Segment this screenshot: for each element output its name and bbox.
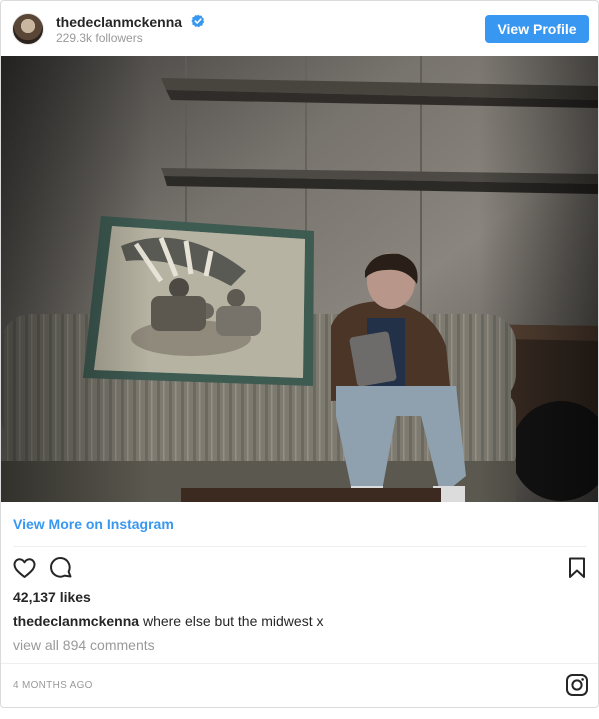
post-header: thedeclanmckenna 229.3k followers View P… <box>1 1 598 56</box>
avatar[interactable] <box>12 13 44 45</box>
post-photo[interactable] <box>1 56 598 502</box>
timestamp: 4 MONTHS AGO <box>13 680 93 691</box>
instagram-icon[interactable] <box>565 673 589 697</box>
divider <box>13 546 587 547</box>
photo-illustration <box>1 56 598 502</box>
view-more-link[interactable]: View More on Instagram <box>13 516 174 532</box>
caption: thedeclanmckenna where else but the midw… <box>13 613 323 629</box>
bookmark-icon[interactable] <box>568 557 586 579</box>
caption-username[interactable]: thedeclanmckenna <box>13 613 139 629</box>
follower-count: 229.3k followers <box>56 31 143 45</box>
like-count[interactable]: 42,137 likes <box>13 589 91 605</box>
comment-icon[interactable] <box>49 556 73 580</box>
caption-text: where else but the midwest x <box>142 613 324 629</box>
divider <box>1 663 598 664</box>
heart-icon[interactable] <box>12 556 37 580</box>
username[interactable]: thedeclanmckenna <box>56 14 182 30</box>
instagram-embed-card: thedeclanmckenna 229.3k followers View P… <box>0 0 599 708</box>
view-profile-button[interactable]: View Profile <box>485 15 589 43</box>
verified-badge-icon <box>191 14 205 28</box>
view-comments-link[interactable]: view all 894 comments <box>13 637 155 653</box>
